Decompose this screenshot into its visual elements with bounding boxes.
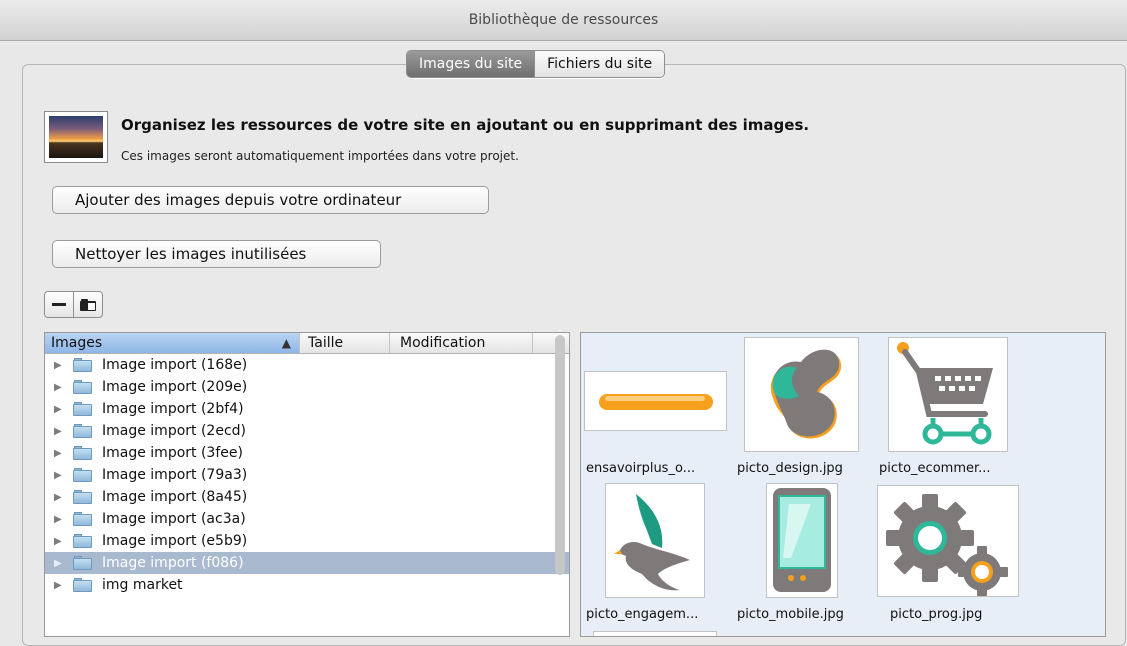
folder-icon [73,468,92,482]
folder-icon [73,512,92,526]
thumbnail-picto-mobile[interactable] [766,483,838,598]
add-images-button[interactable]: Ajouter des images depuis votre ordinate… [52,186,489,214]
list-item[interactable]: ▶ Image import (79a3) [45,464,569,486]
folder-icon [73,556,92,570]
new-folder-icon [80,298,96,311]
thumbnail-caption: picto_ecommer... [879,461,991,476]
list-item-label: Image import (f086) [102,555,244,571]
list-item[interactable]: ▶ Image import (168e) [45,354,569,376]
disclosure-triangle-icon[interactable]: ▶ [54,382,66,393]
image-folder-list[interactable]: Images ▲ Taille Modification ▶ Image impo… [44,332,570,637]
disclosure-triangle-icon[interactable]: ▶ [54,448,66,459]
column-header-size[interactable]: Taille [299,333,389,353]
column-header-images[interactable]: Images ▲ [45,333,299,353]
disclosure-triangle-icon[interactable]: ▶ [54,360,66,371]
thumbnail-ensavoirplus[interactable] [584,371,727,431]
column-header-modified[interactable]: Modification [389,333,533,353]
remove-button[interactable] [45,292,73,317]
list-item[interactable]: ▶ Image import (2ecd) [45,420,569,442]
bird-icon [614,494,690,591]
image-thumbnail-grid[interactable]: ensavoirplus_o... picto_design.jpg picto… [580,332,1106,637]
disclosure-triangle-icon[interactable]: ▶ [54,470,66,481]
thumbnail-caption: picto_engagem... [586,607,699,622]
list-item[interactable]: ▶ Image import (e5b9) [45,530,569,552]
thumbnail-partial[interactable] [593,631,717,636]
mobile-phone-icon [773,488,831,592]
list-item[interactable]: ▶ Image import (8a45) [45,486,569,508]
folder-icon [73,578,92,592]
gears-icon [886,494,1008,596]
folder-icon [73,490,92,504]
list-item[interactable]: ▶ Image import (2bf4) [45,398,569,420]
list-item[interactable]: ▶ Image import (f086) [45,552,569,574]
list-item-label: Image import (e5b9) [102,533,248,549]
list-item-label: Image import (3fee) [102,445,243,461]
disclosure-triangle-icon[interactable]: ▶ [54,514,66,525]
folder-icon [73,446,92,460]
thumbnail-caption: picto_mobile.jpg [737,607,844,622]
list-item-label: Image import (2ecd) [102,423,246,439]
list-item-label: Image import (209e) [102,379,248,395]
sort-ascending-icon: ▲ [281,336,291,350]
thumbnail-picto-design[interactable] [744,337,859,452]
folder-icon [73,358,92,372]
list-scrollbar[interactable] [555,335,565,575]
folder-icon [73,534,92,548]
list-item[interactable]: ▶ img market [45,574,569,596]
tab-bar: Images du site Fichiers du site [406,50,666,78]
list-item-label: Image import (168e) [102,357,248,373]
list-item[interactable]: ▶ Image import (209e) [45,376,569,398]
folder-icon [73,402,92,416]
page-headline: Organisez les ressources de votre site e… [121,116,810,134]
thumbnail-caption: ensavoirplus_o... [586,461,696,476]
orange-bar-icon [599,394,713,410]
thumbnail-caption: picto_prog.jpg [890,607,983,622]
list-item[interactable]: ▶ Image import (ac3a) [45,508,569,530]
column-header-images-label: Images [51,335,103,351]
design-blob-icon [770,349,842,439]
thumbnail-picto-ecommerce[interactable] [888,337,1008,452]
tab-fichiers-du-site[interactable]: Fichiers du site [534,51,665,77]
list-header: Images ▲ Taille Modification [45,333,569,354]
disclosure-triangle-icon[interactable]: ▶ [54,426,66,437]
shopping-cart-icon [897,342,993,445]
list-item-label: img market [102,577,183,593]
list-item-label: Image import (8a45) [102,489,248,505]
list-item[interactable]: ▶ Image import (3fee) [45,442,569,464]
clean-unused-images-button[interactable]: Nettoyer les images inutilisées [52,240,381,268]
list-toolbar [44,291,103,318]
disclosure-triangle-icon[interactable]: ▶ [54,558,66,569]
tab-images-du-site[interactable]: Images du site [407,51,535,77]
thumbnail-picto-prog[interactable] [877,485,1019,597]
disclosure-triangle-icon[interactable]: ▶ [54,580,66,591]
new-folder-button[interactable] [73,292,102,317]
folder-icon [73,424,92,438]
minus-icon [52,303,66,306]
disclosure-triangle-icon[interactable]: ▶ [54,492,66,503]
list-item-label: Image import (79a3) [102,467,248,483]
list-item-label: Image import (2bf4) [102,401,244,417]
disclosure-triangle-icon[interactable]: ▶ [54,536,66,547]
window-title: Bibliothèque de ressources [0,0,1127,41]
list-item-label: Image import (ac3a) [102,511,246,527]
list-body: ▶ Image import (168e) ▶ Image import (209e)… [45,354,569,596]
sunset-image-icon [44,111,108,163]
thumbnail-picto-engagement[interactable] [605,483,705,598]
folder-icon [73,380,92,394]
page-subline: Ces images seront automatiquement import… [121,149,519,163]
thumbnail-caption: picto_design.jpg [737,461,843,476]
disclosure-triangle-icon[interactable]: ▶ [54,404,66,415]
